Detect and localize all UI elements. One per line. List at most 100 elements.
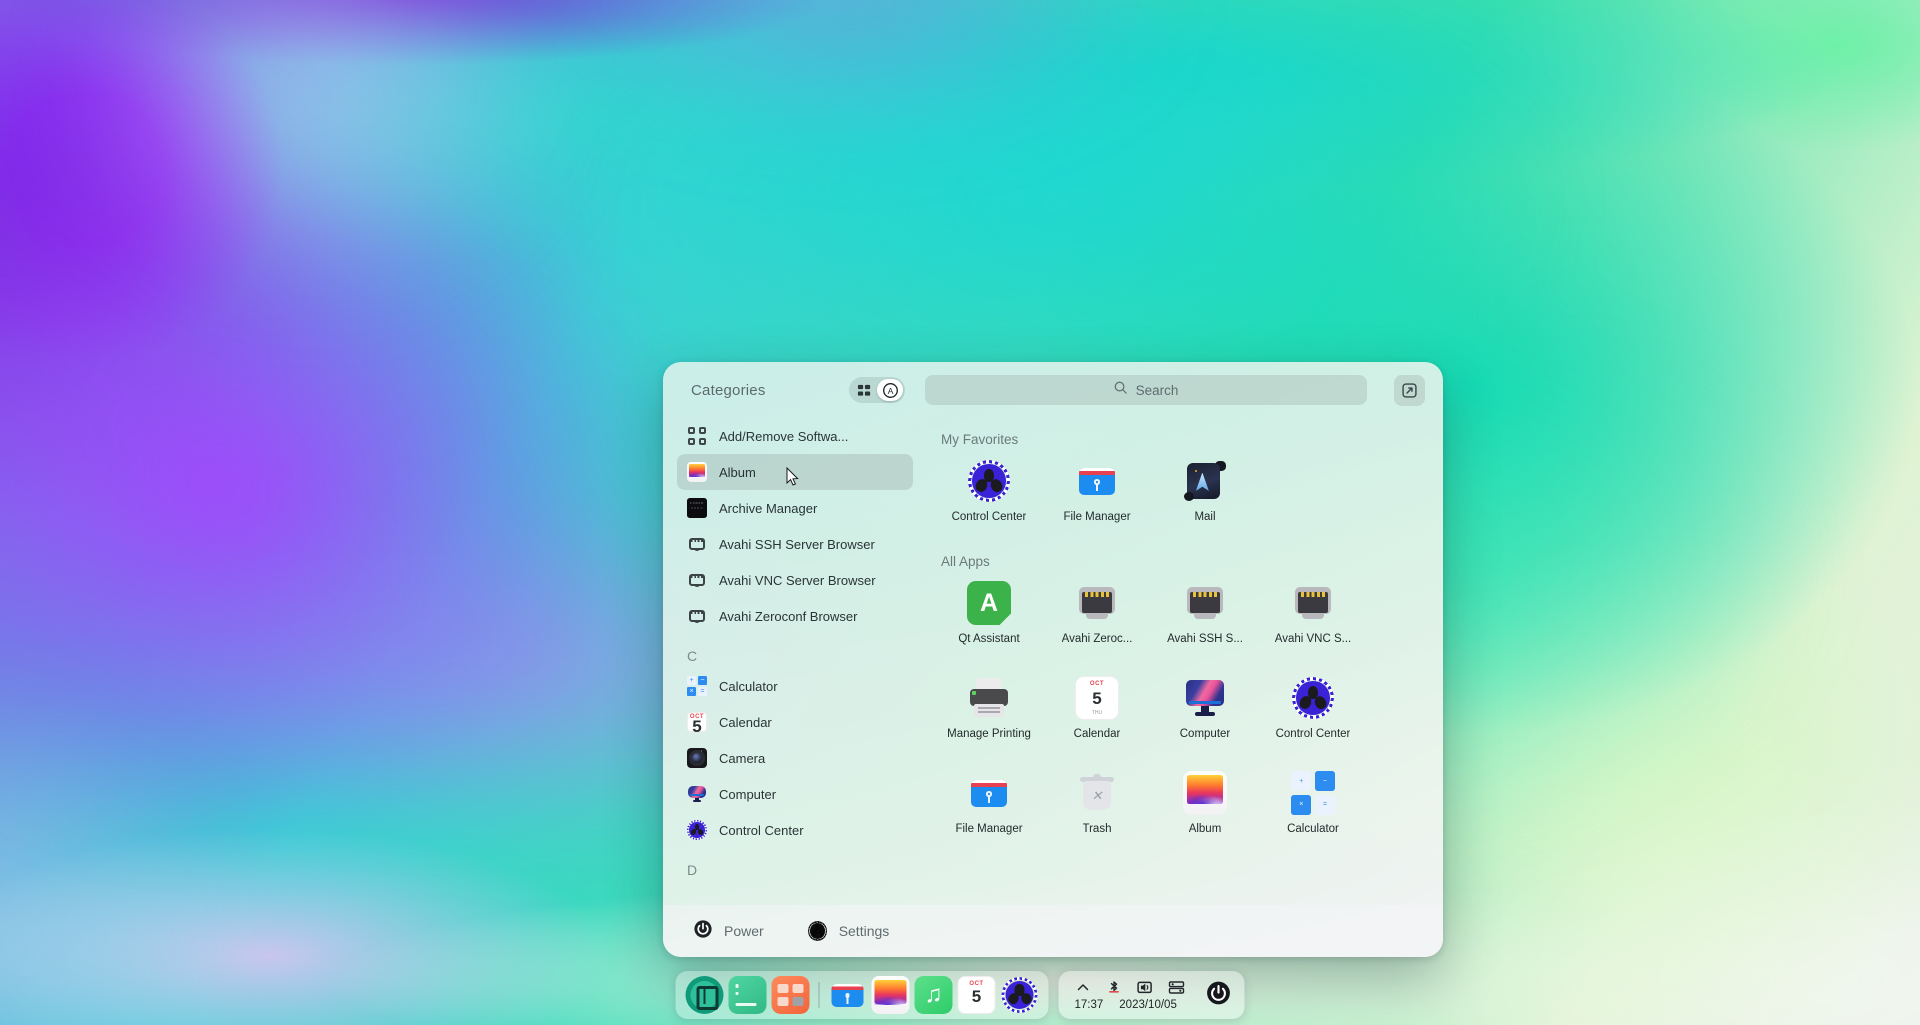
app-tile-label: Computer [1179,728,1231,740]
computer-icon [687,784,707,804]
computer-icon [1183,676,1227,720]
app-tile-label: Control Center [951,511,1027,523]
app-tile-computer[interactable]: Computer [1151,668,1259,763]
app-tile-control-center[interactable]: Control Center [935,451,1043,546]
qt-assistant-icon: A [967,581,1011,625]
dock-item-file-manager[interactable] [829,976,867,1014]
grid-view-icon[interactable] [851,379,877,401]
grid4-icon [687,426,707,446]
sidebar-item-avahi-ssh-server-browser[interactable]: Avahi SSH Server Browser [677,526,913,562]
app-tile-manage-printing[interactable]: Manage Printing [935,668,1043,763]
app-tile-label: Album [1188,823,1222,835]
settings-button[interactable]: Settings [808,921,889,941]
app-tile-label: Avahi VNC S... [1274,633,1352,645]
dock-app-group: OCT 5 [675,971,1049,1019]
sidebar-item-archive-manager[interactable]: Archive Manager [677,490,913,526]
sidebar-item-label: Calculator [719,678,778,694]
app-tile-control-center[interactable]: Control Center [1259,668,1367,763]
power-button[interactable]: Power [693,919,764,944]
dock-item-terminal[interactable] [728,976,767,1014]
sidebar-item-label: Computer [719,786,777,802]
mouse-cursor [786,466,799,487]
shutdown-button[interactable] [1199,975,1239,1015]
printer-icon [967,676,1011,720]
alphabetical-view-icon[interactable]: A [877,379,903,401]
calendar-icon-day: 5 [971,987,982,1007]
app-tile-label: Trash [1082,823,1112,835]
sidebar-item-avahi-zeroconf-browser[interactable]: Avahi Zeroconf Browser [677,598,913,634]
tray-date: 2023/10/05 [1119,999,1177,1011]
control-center-icon [967,459,1011,503]
sidebar-item-calendar[interactable]: OCT 5 Calendar [677,704,913,740]
app-tile-album[interactable]: Album [1151,763,1259,858]
calendar-icon: OCT 5 [687,712,707,732]
sidebar-item-calculator[interactable]: + − × = Calculator [677,668,913,704]
power-button-label: Power [724,923,764,939]
category-sidebar[interactable]: Add/Remove Softwa... Album Archive Manag… [663,418,921,905]
dock-item-launcher[interactable] [685,976,724,1014]
app-tile-label: Mail [1194,511,1216,523]
section-title-all-apps: All Apps [941,554,990,569]
app-tile-label: Calendar [1073,728,1121,740]
app-tile-calculator[interactable]: + − × = Calculator [1259,763,1367,858]
sidebar-letter-heading: C [687,648,698,664]
keyboard-layout-icon[interactable] [1168,979,1185,996]
my-favorites-grid: Control Center File Manager Mail [935,451,1417,546]
sidebar-item-label: Album [719,464,756,480]
search-placeholder: Search [1135,382,1179,398]
app-launcher-window[interactable]: Categories A Search Add/Remove Softwa...… [663,362,1443,957]
app-tile-avahi-vnc[interactable]: Avahi VNC S... [1259,573,1367,668]
network-port-color-icon [1291,581,1335,625]
volume-icon[interactable] [1137,979,1154,996]
app-tile-file-manager[interactable]: File Manager [1043,451,1151,546]
app-tile-label: Avahi SSH S... [1167,633,1243,645]
app-tile-label: Manage Printing [947,728,1031,740]
album-icon [1183,771,1227,815]
sidebar-item-label: Camera [719,750,766,766]
search-area: Search [915,375,1376,405]
app-tile-qt-assistant[interactable]: A Qt Assistant [935,573,1043,668]
control-center-icon [687,820,707,840]
app-tile-trash[interactable]: ✕ Trash [1043,763,1151,858]
sidebar-item-label: Avahi SSH Server Browser [719,536,875,552]
sidebar-item-add-remove-software[interactable]: Add/Remove Softwa... [677,418,913,454]
sidebar-item-computer[interactable]: Computer [677,776,913,812]
calendar-icon-month: OCT [969,980,984,987]
calendar-icon-day: 5 [692,717,702,732]
chevron-up-icon[interactable] [1075,979,1092,996]
app-tile-calendar[interactable]: OCT 5 THU Calendar [1043,668,1151,763]
app-tile-label: Avahi Zeroc... [1061,633,1133,645]
sidebar-item-label: Calendar [719,714,772,730]
tray-clock-row[interactable]: 17:37 2023/10/05 [1075,999,1185,1011]
sidebar-item-avahi-vnc-server-browser[interactable]: Avahi VNC Server Browser [677,562,913,598]
system-tray: 17:37 2023/10/05 [1058,971,1245,1019]
launcher-body: Add/Remove Softwa... Album Archive Manag… [663,418,1443,905]
app-tile-mail[interactable]: Mail [1151,451,1259,546]
network-port-color-icon [1183,581,1227,625]
fullscreen-expand-icon[interactable] [1394,374,1425,406]
app-tile-label: Qt Assistant [958,633,1020,645]
app-tile-avahi-zeroconf[interactable]: Avahi Zeroc... [1043,573,1151,668]
apps-pane: My Favorites Control Center File Manager [921,418,1443,905]
sidebar-item-camera[interactable]: Camera [677,740,913,776]
bluetooth-off-icon[interactable] [1106,979,1123,996]
dock-item-control-center[interactable] [1001,976,1039,1014]
album-icon [687,462,707,482]
mail-icon [1183,459,1227,503]
launcher-footer: Power Settings [663,905,1443,957]
view-mode-toggle[interactable]: A [849,377,905,403]
app-tile-file-manager[interactable]: File Manager [935,763,1043,858]
taskbar-dock[interactable]: OCT 5 [675,971,1245,1019]
app-tile-avahi-ssh[interactable]: Avahi SSH S... [1151,573,1259,668]
sidebar-item-label: Control Center [719,822,804,838]
calculator-icon: + − × = [687,676,707,696]
dock-item-calendar[interactable]: OCT 5 [957,976,996,1014]
control-center-icon [808,921,828,941]
sidebar-item-control-center[interactable]: Control Center [677,812,913,848]
dock-item-app-store[interactable] [771,976,810,1014]
search-icon [1113,380,1128,400]
dock-item-album[interactable] [871,976,910,1014]
search-input[interactable]: Search [924,375,1367,405]
dock-item-music[interactable] [914,976,953,1014]
svg-text:A: A [887,385,893,395]
